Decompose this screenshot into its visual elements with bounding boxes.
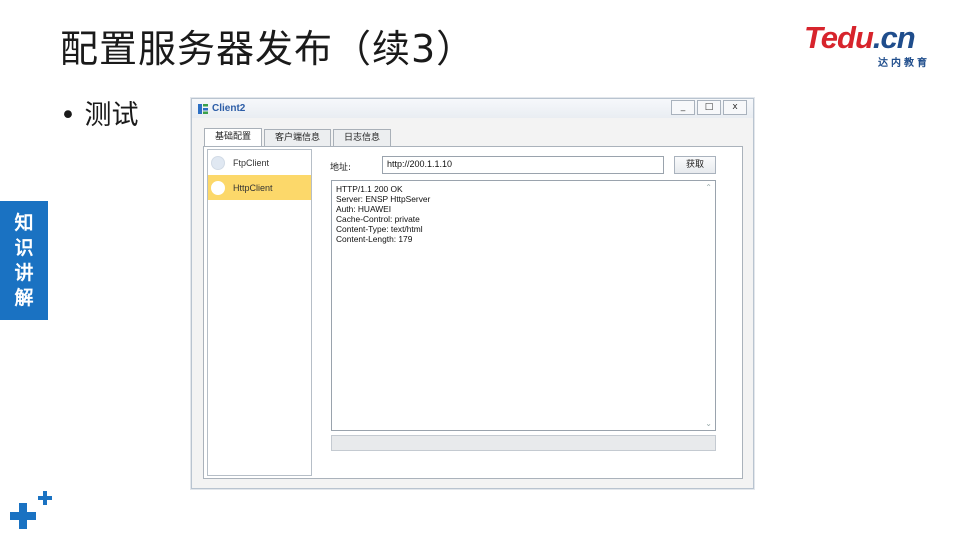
- tab-client-info[interactable]: 客户端信息: [264, 129, 332, 146]
- slide-title: 配置服务器发布（续3）: [60, 27, 476, 71]
- maximize-button[interactable]: □: [697, 100, 721, 115]
- config-panel: FtpClient HttpClient 地址: http://200.1.1.…: [203, 146, 743, 479]
- client-item-label: HttpClient: [233, 182, 273, 193]
- side-tab-char: 知: [14, 211, 34, 234]
- response-line: Content-Length: 179: [336, 234, 413, 244]
- side-tab-char: 解: [14, 286, 34, 309]
- tab-basic-config[interactable]: 基础配置: [204, 128, 263, 146]
- bullet-item: • 测试: [60, 100, 139, 131]
- client-item-label: FtpClient: [233, 157, 270, 168]
- vertical-scrollbar[interactable]: ⌃ ⌄: [703, 181, 715, 430]
- response-textarea[interactable]: HTTP/1.1 200 OK Server: ENSP HttpServer …: [331, 180, 716, 431]
- side-tab-char: 讲: [14, 261, 34, 284]
- response-line: Content-Type: text/html: [336, 224, 423, 234]
- response-line: HTTP/1.1 200 OK: [336, 184, 403, 194]
- client-item-http[interactable]: HttpClient: [208, 175, 311, 200]
- minimize-button[interactable]: _: [671, 100, 695, 115]
- response-line: Auth: HUAWEI: [336, 204, 392, 214]
- status-bar: [331, 435, 716, 451]
- client-status-icon: [211, 180, 225, 195]
- plus-decoration-icon: [10, 491, 52, 529]
- app-icon: [198, 103, 208, 114]
- response-line: Cache-Control: private: [336, 214, 420, 224]
- client-item-ftp[interactable]: FtpClient: [208, 150, 311, 175]
- tab-bar: 基础配置 客户端信息 日志信息: [204, 128, 393, 146]
- address-input[interactable]: http://200.1.1.10: [382, 156, 664, 174]
- client-window: Client2 _ □ x 基础配置 客户端信息 日志信息 FtpClient …: [191, 98, 754, 489]
- tedu-logo: Tedu.cn 达内教育: [804, 20, 934, 70]
- tab-log-info[interactable]: 日志信息: [333, 129, 392, 146]
- window-titlebar[interactable]: Client2 _ □ x: [192, 99, 753, 118]
- response-line: Server: ENSP HttpServer: [336, 194, 431, 204]
- scroll-up-icon[interactable]: ⌃: [705, 183, 712, 192]
- logo-wordmark: Tedu.cn: [804, 20, 916, 55]
- client-list: FtpClient HttpClient: [207, 149, 312, 476]
- client-status-icon: [211, 155, 225, 170]
- logo-subtitle: 达内教育: [878, 58, 930, 69]
- side-tab-char: 识: [14, 236, 34, 259]
- fetch-button[interactable]: 获取: [674, 156, 716, 174]
- window-title: Client2: [212, 103, 246, 114]
- response-text: HTTP/1.1 200 OK Server: ENSP HttpServer …: [336, 184, 430, 244]
- window-controls: _ □ x: [669, 100, 747, 115]
- address-label: 地址:: [330, 163, 352, 173]
- scroll-down-icon[interactable]: ⌄: [705, 419, 712, 428]
- close-button[interactable]: x: [723, 100, 747, 115]
- side-tab: 知 识 讲 解: [0, 201, 48, 320]
